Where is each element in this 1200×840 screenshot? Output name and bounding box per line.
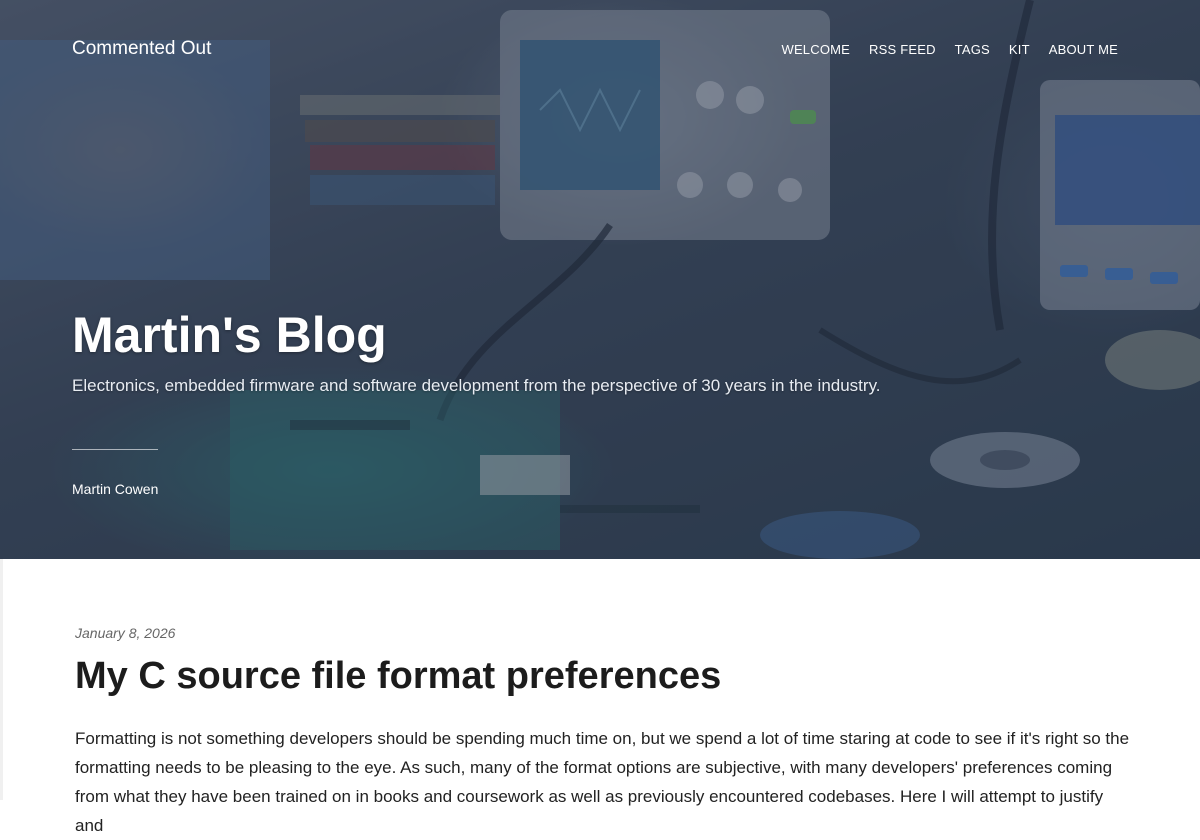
post-title-link[interactable]: My C source file format preferences [75, 655, 721, 698]
top-navigation: Commented Out WELCOME RSS FEED TAGS KIT … [0, 0, 1200, 100]
nav-link-about-me[interactable]: ABOUT ME [1049, 42, 1118, 57]
post-date: January 8, 2026 [75, 625, 176, 641]
site-title-link[interactable]: Commented Out [72, 38, 211, 60]
blog-author: Martin Cowen [72, 481, 159, 497]
nav-links: WELCOME RSS FEED TAGS KIT ABOUT ME [781, 42, 1118, 57]
nav-link-welcome[interactable]: WELCOME [781, 42, 850, 57]
nav-link-rss-feed[interactable]: RSS FEED [869, 42, 936, 57]
blog-title: Martin's Blog [72, 307, 387, 363]
nav-link-kit[interactable]: KIT [1009, 42, 1030, 57]
hero-banner: Commented Out WELCOME RSS FEED TAGS KIT … [0, 0, 1200, 559]
blog-subtitle: Electronics, embedded firmware and softw… [72, 376, 881, 395]
nav-link-tags[interactable]: TAGS [955, 42, 990, 57]
post-excerpt: Formatting is not something developers s… [75, 729, 1130, 835]
main-content: January 8, 2026 My C source file format … [0, 559, 1200, 835]
hero-divider [72, 449, 158, 450]
